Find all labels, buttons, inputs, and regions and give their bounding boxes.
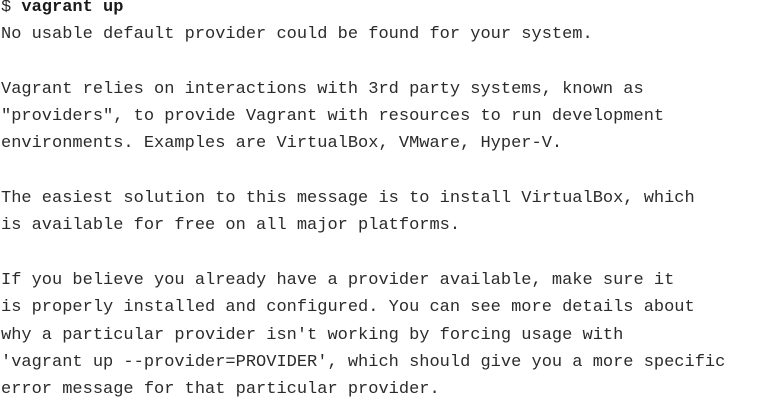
terminal-output: $ vagrant up No usable default provider … [0,0,781,399]
output-line: The easiest solution to this message is … [1,189,695,209]
output-line: No usable default provider could be foun… [1,25,593,45]
command-line: $ vagrant up [1,0,781,21]
output-line: 'vagrant up --provider=PROVIDER', which … [1,352,726,372]
command-text: vagrant up [21,0,124,17]
shell-prompt: $ [1,0,22,17]
output-line: is properly installed and configured. Yo… [1,298,695,318]
output-line: Vagrant relies on interactions with 3rd … [1,79,644,99]
output-line: If you believe you already have a provid… [1,270,675,290]
output-line: "providers", to provide Vagrant with res… [1,107,665,127]
output-line: error message for that particular provid… [1,380,440,400]
output-line: is available for free on all major platf… [1,216,461,236]
output-line: environments. Examples are VirtualBox, V… [1,134,563,154]
output-line: why a particular provider isn't working … [1,325,624,345]
